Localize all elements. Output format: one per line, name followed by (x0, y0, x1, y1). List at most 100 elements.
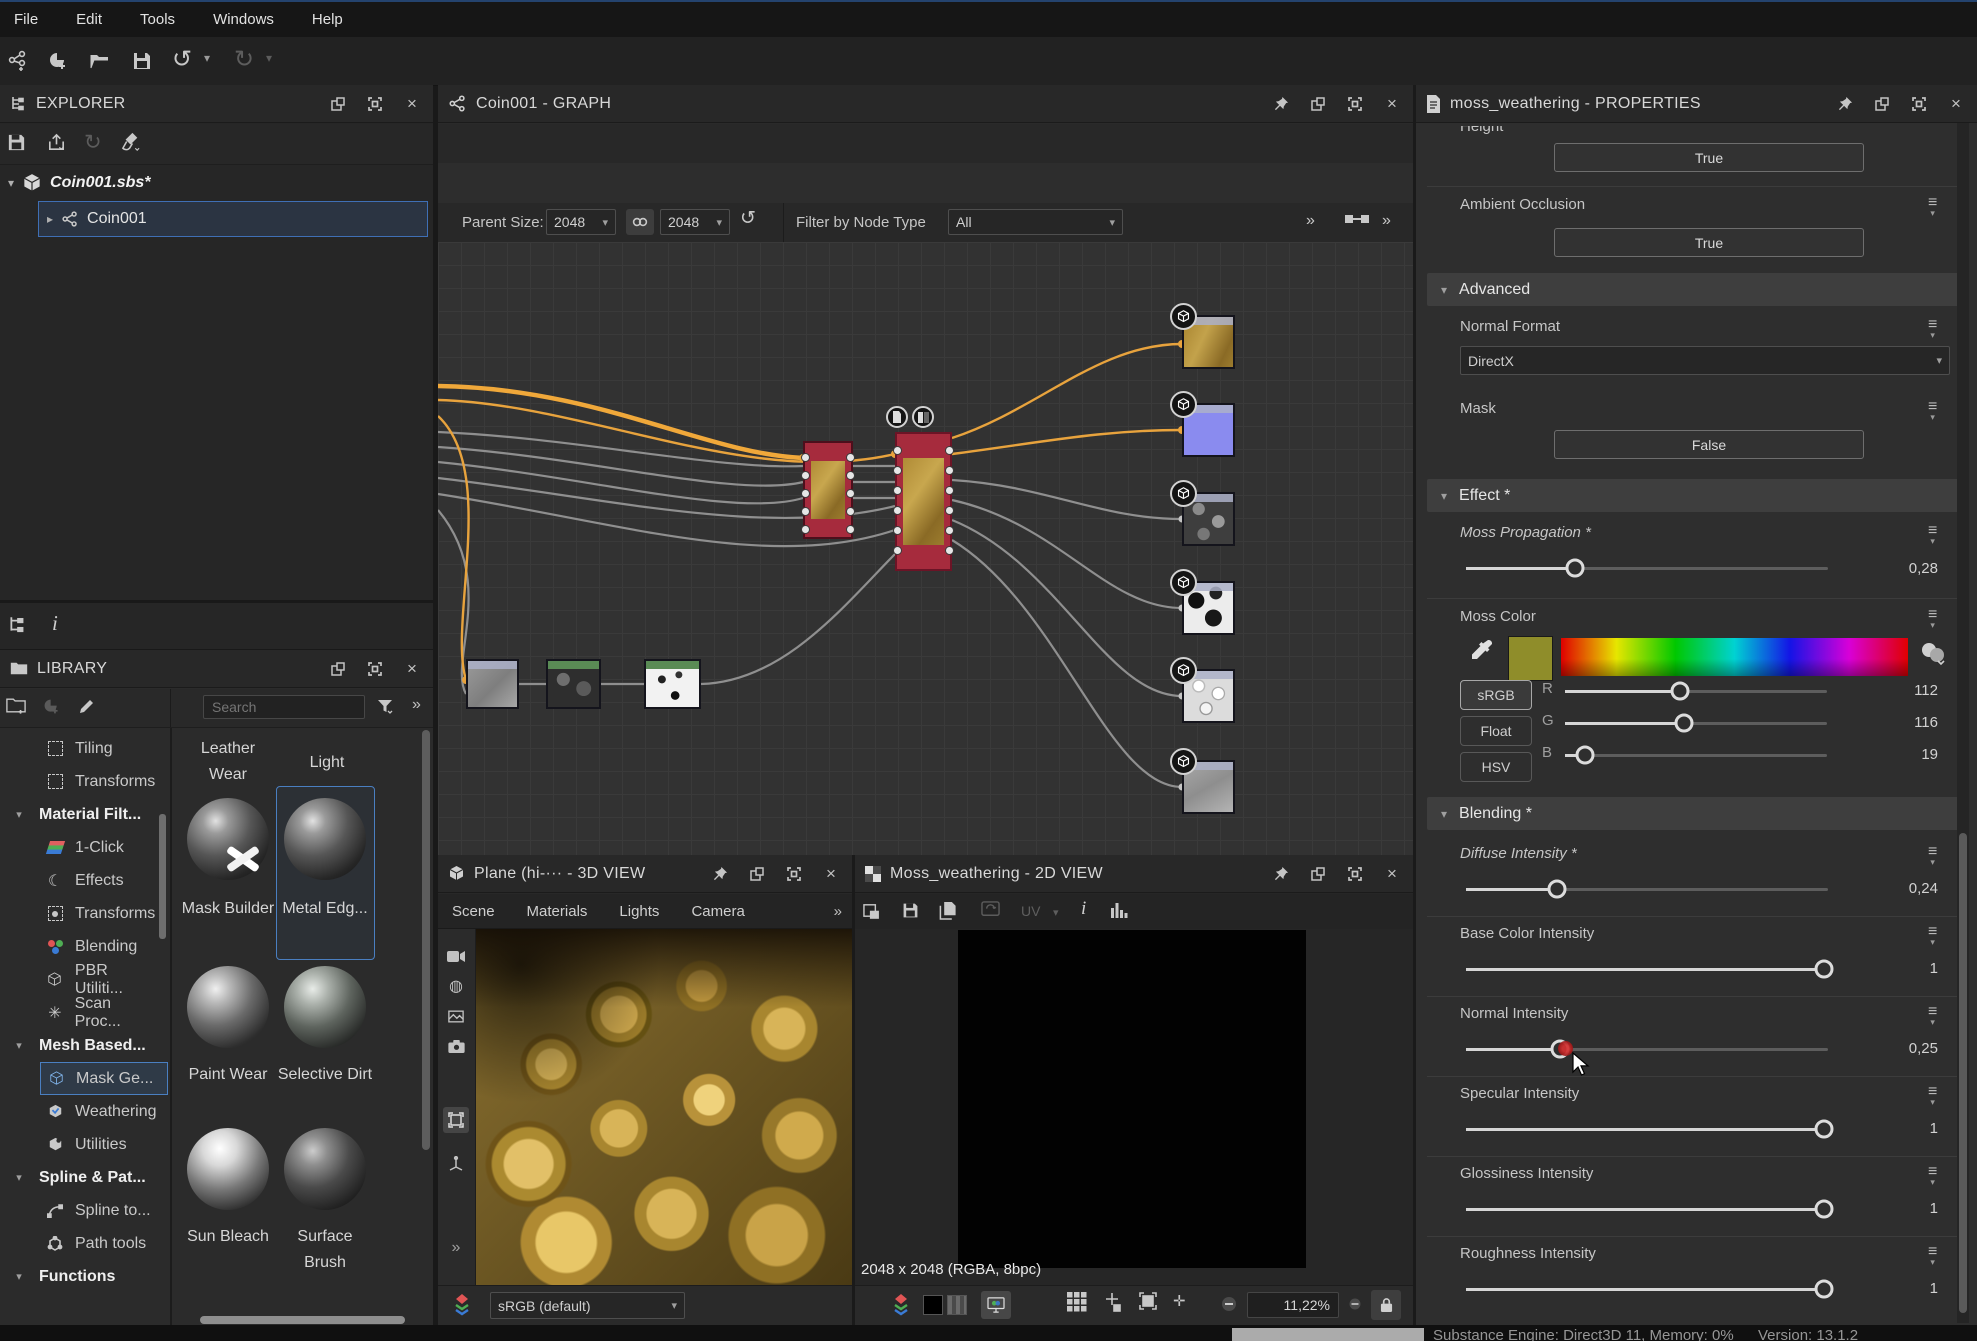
edit-icon[interactable] (78, 697, 96, 715)
asset-label[interactable]: Metal Edg... (277, 896, 373, 922)
overflow-icon[interactable]: » (834, 903, 842, 920)
menu-help[interactable]: Help (312, 11, 343, 28)
library-category-functions[interactable]: ▾Functions (0, 1260, 160, 1293)
base-color-intensity-value[interactable]: 1 (1848, 960, 1938, 977)
library-category-scan-processing[interactable]: ✳Scan Proc... (0, 996, 160, 1029)
menu-materials[interactable]: Materials (527, 903, 588, 920)
info-icon[interactable]: i (1081, 898, 1086, 920)
asset-thumb-mask-builder[interactable] (187, 798, 269, 880)
library-category-spline-pattern[interactable]: ▾Spline & Pat... (0, 1161, 160, 1194)
reset-size-icon[interactable]: ↺ (740, 207, 756, 230)
zoom-level-input[interactable] (1247, 1292, 1339, 1318)
asset-thumb-paint-wear[interactable] (187, 966, 269, 1048)
asset-thumb-sun-bleach[interactable] (187, 1128, 269, 1210)
asset-label[interactable]: Leather Wear (180, 736, 276, 788)
specular-intensity-value[interactable]: 1 (1848, 1120, 1938, 1137)
close-icon[interactable]: × (1945, 93, 1967, 115)
moss-propagation-value[interactable]: 0,28 (1848, 560, 1938, 577)
section-advanced[interactable]: ▾Advanced (1427, 273, 1963, 306)
preset-menu-icon[interactable]: ≡▾ (1928, 927, 1937, 947)
overflow-icon[interactable]: » (443, 1235, 469, 1261)
reload-icon[interactable]: ↻ (84, 130, 102, 155)
display-channels-icon[interactable] (981, 1291, 1011, 1319)
properties-scrollbar[interactable] (1957, 123, 1969, 1323)
background-checker-swatch[interactable] (947, 1295, 967, 1315)
maximize-icon[interactable] (1908, 93, 1930, 115)
normal-format-select[interactable]: DirectX▾ (1460, 346, 1950, 375)
actual-size-icon[interactable]: ✛ (1173, 1292, 1186, 1310)
frame-texture-icon[interactable] (1139, 1292, 1157, 1310)
roughness-intensity-slider[interactable] (1466, 1288, 1828, 1291)
filter-node-type-select[interactable]: All▾ (948, 209, 1123, 235)
asset-label[interactable]: Selective Dirt (277, 1062, 373, 1088)
asset-label[interactable]: Sun Bleach (180, 1224, 276, 1250)
material-sphere-icon[interactable]: ◍ (443, 973, 469, 999)
library-category-path-tools[interactable]: Path tools (0, 1227, 160, 1260)
preset-menu-icon[interactable]: ≡▾ (1928, 1087, 1937, 1107)
section-blending[interactable]: ▾Blending * (1427, 797, 1963, 830)
frame-object-icon[interactable] (443, 1107, 469, 1133)
redo-icon[interactable]: ↻ (234, 45, 254, 74)
expand-icon[interactable]: ▾ (8, 176, 14, 190)
close-icon[interactable]: × (401, 93, 423, 115)
roughness-intensity-value[interactable]: 1 (1848, 1280, 1938, 1297)
copy-image-icon[interactable] (939, 901, 957, 920)
close-icon[interactable]: × (1381, 863, 1403, 885)
float-icon[interactable] (327, 93, 349, 115)
library-category-utilities[interactable]: Utilities (0, 1128, 160, 1161)
pin-icon[interactable] (1270, 93, 1292, 115)
float-icon[interactable] (746, 863, 768, 885)
overflow-icon[interactable]: » (1382, 212, 1391, 230)
library-category-mask-generators[interactable]: Mask Ge... (40, 1062, 168, 1095)
menu-tools[interactable]: Tools (140, 11, 175, 28)
float-icon[interactable] (327, 658, 349, 680)
graph-item-label[interactable]: Coin001 (87, 210, 147, 228)
graph-node-grayscale[interactable] (466, 659, 519, 709)
channel-b-value[interactable]: 19 (1848, 746, 1938, 763)
close-icon[interactable]: × (820, 863, 842, 885)
preset-menu-icon[interactable]: ≡▾ (1928, 198, 1937, 218)
menu-lights[interactable]: Lights (619, 903, 659, 920)
maximize-icon[interactable] (1344, 863, 1366, 885)
asset-thumb-surface-brush[interactable] (284, 1128, 366, 1210)
asset-thumb-selective-dirt[interactable] (284, 966, 366, 1048)
clean-icon[interactable] (120, 132, 141, 153)
diffuse-intensity-value[interactable]: 0,24 (1848, 880, 1938, 897)
scrollbar-thumb[interactable] (1959, 833, 1967, 1313)
slider-handle[interactable] (1565, 559, 1584, 578)
diffuse-intensity-slider[interactable] (1466, 888, 1828, 891)
search-input[interactable] (203, 695, 365, 719)
package-row[interactable]: ▾ Coin001.sbs* (0, 165, 433, 201)
channel-r-slider[interactable] (1565, 690, 1827, 693)
preset-menu-icon[interactable]: ≡▾ (1928, 847, 1937, 867)
preset-menu-icon[interactable]: ≡▾ (1928, 1167, 1937, 1187)
horizontal-scrollbar[interactable] (200, 1316, 405, 1324)
uv-dropdown-icon[interactable]: ▾ (1053, 906, 1059, 919)
overflow-icon[interactable]: » (412, 696, 421, 714)
preset-menu-icon[interactable]: ≡▾ (1928, 320, 1937, 340)
mask-value-button[interactable]: False (1554, 430, 1864, 459)
hierarchy-icon[interactable] (8, 615, 27, 634)
open-icon[interactable] (86, 47, 114, 75)
menu-scene[interactable]: Scene (452, 903, 495, 920)
texture-view[interactable] (958, 930, 1306, 1268)
menu-camera[interactable]: Camera (691, 903, 744, 920)
colorspace-layers-icon[interactable] (891, 1294, 911, 1316)
height-value-button[interactable]: True (1554, 143, 1864, 172)
library-category-material-filters[interactable]: ▾Material Filt... (0, 798, 160, 831)
hue-bar[interactable] (1561, 638, 1908, 676)
pin-icon[interactable] (709, 863, 731, 885)
parent-size-width-select[interactable]: 2048▾ (546, 209, 616, 235)
zoom-in-icon[interactable] (1349, 1298, 1361, 1310)
asset-grid-scrollbar[interactable] (422, 730, 430, 1150)
pin-icon[interactable] (1270, 863, 1292, 885)
normal-intensity-slider[interactable] (1466, 1048, 1828, 1051)
pin-icon[interactable] (1834, 93, 1856, 115)
moss-propagation-slider[interactable] (1466, 567, 1828, 570)
library-category-transforms-2[interactable]: Transforms (0, 897, 160, 930)
save-all-icon[interactable] (6, 132, 27, 153)
glossiness-intensity-value[interactable]: 1 (1848, 1200, 1938, 1217)
redo-dropdown-icon[interactable]: ▾ (266, 51, 272, 65)
library-category-tiling[interactable]: Tiling (0, 732, 160, 765)
base-color-intensity-slider[interactable] (1466, 968, 1828, 971)
